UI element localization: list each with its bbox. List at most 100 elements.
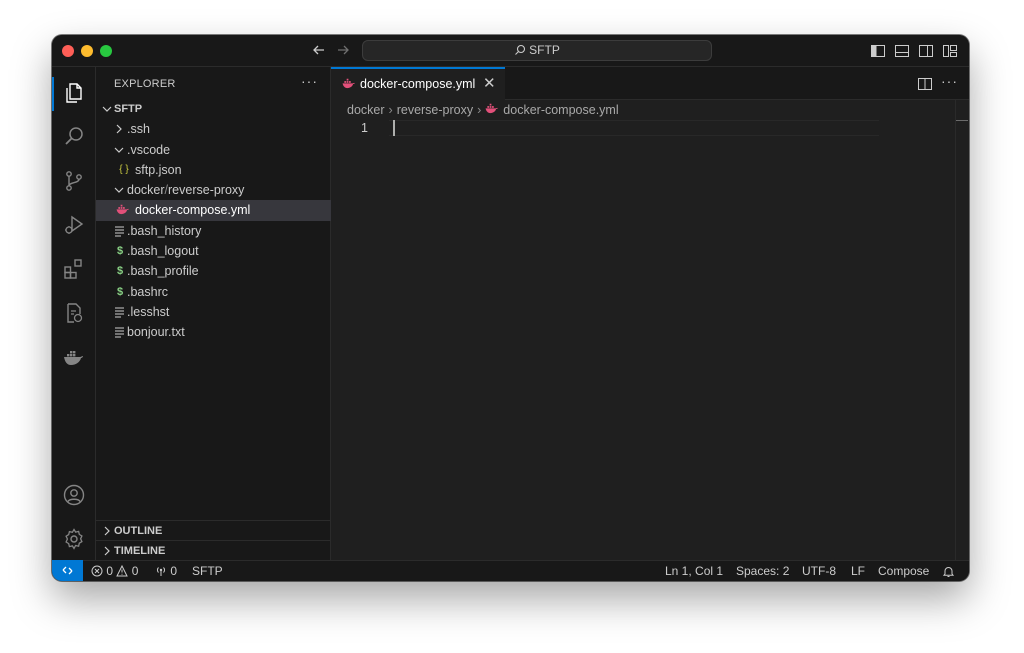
run-debug-icon[interactable]	[62, 213, 86, 237]
close-window-button[interactable]	[62, 45, 74, 57]
tree-item-bonjour-txt[interactable]: bonjour.txt	[96, 322, 331, 342]
tree-item-label: sftp.json	[135, 162, 182, 177]
tree-item-bashrc[interactable]: $ .bashrc	[96, 282, 331, 302]
more-actions-icon[interactable]: ···	[941, 73, 958, 89]
cursor-position[interactable]: Ln 1, Col 1	[665, 564, 723, 578]
tree-item-docker-reverse-proxy[interactable]: docker/reverse-proxy	[96, 180, 331, 200]
maximize-window-button[interactable]	[100, 45, 112, 57]
active-indicator	[52, 77, 54, 111]
docker-file-icon	[485, 103, 499, 114]
text-file-icon	[115, 226, 124, 237]
tree-item-lesshst[interactable]: .lesshst	[96, 302, 331, 322]
breadcrumb-separator: ›	[477, 103, 482, 117]
breadcrumb-item-file[interactable]: docker-compose.yml	[503, 103, 618, 117]
chevron-right-icon	[116, 124, 122, 134]
error-icon	[91, 565, 103, 577]
bell-icon[interactable]	[942, 565, 955, 578]
folder-segment-reverse-proxy[interactable]: reverse-proxy	[168, 183, 244, 197]
tree-item-label: .bash_history	[127, 223, 202, 238]
settings-gear-icon[interactable]	[62, 527, 86, 551]
vscode-window: SFTP EXPLORER ··· SFTP .ssh .vscode {} …	[52, 35, 969, 581]
tab-docker-compose[interactable]: docker-compose.yml ✕	[331, 67, 505, 100]
text-file-icon	[115, 307, 124, 318]
explorer-sidebar: EXPLORER ··· SFTP .ssh .vscode { } sftp.…	[96, 67, 331, 560]
close-tab-icon[interactable]: ✕	[483, 76, 496, 91]
tree-item-bash-logout[interactable]: $ .bash_logout	[96, 241, 331, 261]
encoding[interactable]: UTF-8	[802, 564, 836, 578]
docker-file-icon	[116, 205, 129, 215]
explorer-icon[interactable]	[62, 81, 86, 105]
tree-item-label: .ssh	[127, 122, 150, 137]
account-icon[interactable]	[62, 483, 86, 507]
docker-file-icon	[342, 78, 355, 89]
tree-item-ssh[interactable]: .ssh	[96, 119, 331, 139]
split-editor-icon[interactable]	[917, 76, 933, 92]
json-file-icon: { }	[119, 163, 129, 175]
source-control-icon[interactable]	[62, 169, 86, 193]
indentation[interactable]: Spaces: 2	[736, 564, 789, 578]
tab-label: docker-compose.yml	[360, 77, 476, 91]
chevron-down-icon	[102, 106, 112, 112]
ports-indicator[interactable]: 0	[155, 564, 177, 578]
editor-area[interactable]: docker › reverse-proxy › docker-compose.yml …	[331, 100, 969, 560]
status-bar: 0 0 0 SFTP Ln 1, Col 1 Spaces: 2 UTF-8 L…	[52, 560, 969, 581]
breadcrumb-item-reverse-proxy[interactable]: reverse-proxy	[397, 103, 473, 117]
broadcast-icon	[156, 567, 166, 576]
language-mode[interactable]: Compose	[878, 564, 929, 578]
extensions-icon[interactable]	[62, 257, 86, 281]
end-of-line[interactable]: LF	[851, 564, 865, 578]
text-cursor	[393, 120, 395, 136]
remote-indicator-button[interactable]	[52, 560, 83, 581]
tree-item-sftp-json[interactable]: { } sftp.json	[96, 160, 331, 180]
tree-item-vscode[interactable]: .vscode	[96, 140, 331, 160]
tree-item-label: docker-compose.yml	[135, 203, 251, 218]
remote-explorer-icon[interactable]	[62, 301, 86, 325]
workspace-root-label: SFTP	[114, 103, 143, 115]
minimize-window-button[interactable]	[81, 45, 93, 57]
search-icon	[515, 44, 526, 55]
current-line-highlight	[389, 120, 879, 136]
problems-indicator[interactable]: 0 0	[91, 564, 138, 578]
customize-layout-icon[interactable]	[942, 43, 958, 59]
tree-item-label: .vscode	[127, 142, 171, 157]
chevron-right-icon	[104, 526, 110, 536]
warning-icon	[116, 564, 129, 577]
tree-item-label: .bash_logout	[127, 244, 199, 259]
workspace-root-sftp[interactable]: SFTP	[96, 99, 331, 119]
arrow-left-icon[interactable]	[310, 41, 328, 59]
folder-segment-docker[interactable]: docker	[127, 183, 165, 197]
remote-icon	[62, 566, 73, 575]
tree-item-bash-history[interactable]: .bash_history	[96, 221, 331, 241]
timeline-section-header[interactable]: TIMELINE	[96, 540, 331, 560]
toggle-secondary-sidebar-icon[interactable]	[918, 43, 934, 59]
breadcrumb-separator: ›	[388, 103, 393, 117]
shell-file-icon: $	[116, 285, 124, 298]
ports-count: 0	[170, 564, 178, 578]
breadcrumb: docker › reverse-proxy › docker-compose.yml	[347, 103, 619, 117]
toggle-primary-sidebar-icon[interactable]	[870, 43, 886, 59]
tree-item-bash-profile[interactable]: $ .bash_profile	[96, 261, 331, 281]
shell-file-icon: $	[116, 265, 124, 278]
outline-section-header[interactable]: OUTLINE	[96, 520, 331, 540]
chevron-down-icon	[114, 147, 124, 153]
tree-item-label: .lesshst	[127, 304, 170, 319]
chevron-right-icon	[104, 546, 110, 556]
more-actions-icon[interactable]: ···	[301, 73, 318, 89]
editor-tab-bar: docker-compose.yml ✕ ···	[331, 67, 969, 100]
breadcrumb-item-docker[interactable]: docker	[347, 103, 385, 117]
search-icon[interactable]	[62, 125, 86, 149]
command-center-label: SFTP	[529, 43, 560, 57]
activity-bar	[52, 67, 96, 560]
tree-item-docker-compose[interactable]: docker-compose.yml	[96, 200, 331, 221]
tree-item-label: .bashrc	[127, 284, 168, 299]
line-number: 1	[361, 121, 368, 135]
minimap-slider[interactable]	[956, 120, 968, 121]
tree-item-compact-folder: docker/reverse-proxy	[127, 183, 244, 197]
docker-icon[interactable]	[62, 345, 86, 369]
toggle-panel-icon[interactable]	[894, 43, 910, 59]
shell-file-icon: $	[116, 245, 124, 258]
error-count: 0	[106, 564, 114, 578]
command-center-search[interactable]: SFTP	[362, 40, 712, 61]
sftp-status[interactable]: SFTP	[192, 564, 223, 578]
arrow-right-icon[interactable]	[334, 41, 352, 59]
